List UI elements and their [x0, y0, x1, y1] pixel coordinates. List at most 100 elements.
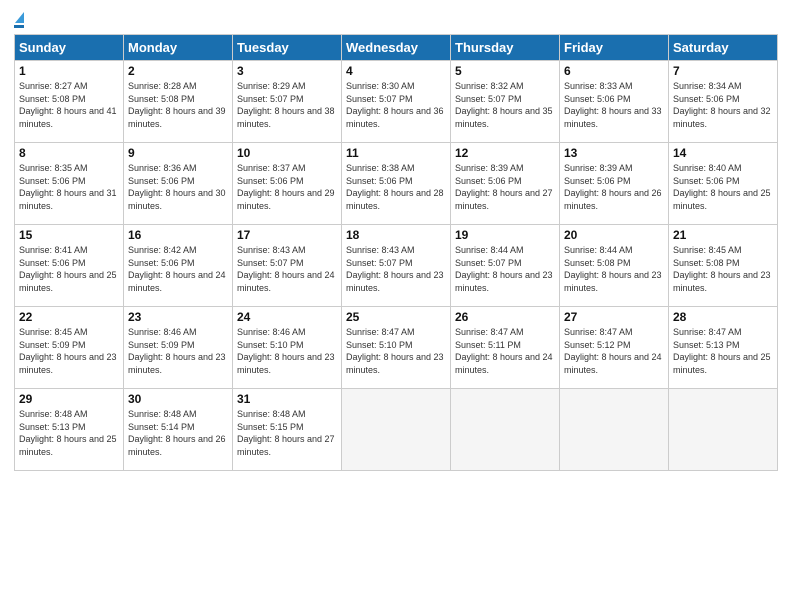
- day-number: 17: [237, 228, 337, 242]
- calendar-cell: 29 Sunrise: 8:48 AMSunset: 5:13 PMDaylig…: [15, 389, 124, 471]
- day-number: 29: [19, 392, 119, 406]
- calendar-cell: 30 Sunrise: 8:48 AMSunset: 5:14 PMDaylig…: [124, 389, 233, 471]
- calendar-cell: 12 Sunrise: 8:39 AMSunset: 5:06 PMDaylig…: [451, 143, 560, 225]
- cell-info: Sunrise: 8:27 AMSunset: 5:08 PMDaylight:…: [19, 81, 117, 129]
- weekday-header-thursday: Thursday: [451, 35, 560, 61]
- logo-line: [14, 12, 24, 25]
- day-number: 18: [346, 228, 446, 242]
- cell-info: Sunrise: 8:32 AMSunset: 5:07 PMDaylight:…: [455, 81, 553, 129]
- day-number: 1: [19, 64, 119, 78]
- header: [14, 12, 778, 26]
- calendar-cell: [342, 389, 451, 471]
- calendar-cell: [451, 389, 560, 471]
- calendar-cell: 21 Sunrise: 8:45 AMSunset: 5:08 PMDaylig…: [669, 225, 778, 307]
- cell-info: Sunrise: 8:30 AMSunset: 5:07 PMDaylight:…: [346, 81, 444, 129]
- day-number: 3: [237, 64, 337, 78]
- cell-info: Sunrise: 8:48 AMSunset: 5:13 PMDaylight:…: [19, 409, 117, 457]
- weekday-header-row: SundayMondayTuesdayWednesdayThursdayFrid…: [15, 35, 778, 61]
- day-number: 20: [564, 228, 664, 242]
- logo-divider: [14, 25, 24, 28]
- calendar-cell: 7 Sunrise: 8:34 AMSunset: 5:06 PMDayligh…: [669, 61, 778, 143]
- day-number: 5: [455, 64, 555, 78]
- cell-info: Sunrise: 8:35 AMSunset: 5:06 PMDaylight:…: [19, 163, 117, 211]
- weekday-header-wednesday: Wednesday: [342, 35, 451, 61]
- day-number: 6: [564, 64, 664, 78]
- calendar-cell: 10 Sunrise: 8:37 AMSunset: 5:06 PMDaylig…: [233, 143, 342, 225]
- weekday-header-saturday: Saturday: [669, 35, 778, 61]
- cell-info: Sunrise: 8:44 AMSunset: 5:08 PMDaylight:…: [564, 245, 662, 293]
- week-row-1: 8 Sunrise: 8:35 AMSunset: 5:06 PMDayligh…: [15, 143, 778, 225]
- calendar-cell: 25 Sunrise: 8:47 AMSunset: 5:10 PMDaylig…: [342, 307, 451, 389]
- cell-info: Sunrise: 8:39 AMSunset: 5:06 PMDaylight:…: [564, 163, 662, 211]
- cell-info: Sunrise: 8:39 AMSunset: 5:06 PMDaylight:…: [455, 163, 553, 211]
- cell-info: Sunrise: 8:45 AMSunset: 5:09 PMDaylight:…: [19, 327, 117, 375]
- day-number: 28: [673, 310, 773, 324]
- calendar-cell: 24 Sunrise: 8:46 AMSunset: 5:10 PMDaylig…: [233, 307, 342, 389]
- calendar-cell: 20 Sunrise: 8:44 AMSunset: 5:08 PMDaylig…: [560, 225, 669, 307]
- weekday-header-friday: Friday: [560, 35, 669, 61]
- cell-info: Sunrise: 8:40 AMSunset: 5:06 PMDaylight:…: [673, 163, 771, 211]
- cell-info: Sunrise: 8:34 AMSunset: 5:06 PMDaylight:…: [673, 81, 771, 129]
- day-number: 7: [673, 64, 773, 78]
- calendar-cell: 31 Sunrise: 8:48 AMSunset: 5:15 PMDaylig…: [233, 389, 342, 471]
- calendar-cell: 2 Sunrise: 8:28 AMSunset: 5:08 PMDayligh…: [124, 61, 233, 143]
- calendar-cell: 16 Sunrise: 8:42 AMSunset: 5:06 PMDaylig…: [124, 225, 233, 307]
- cell-info: Sunrise: 8:45 AMSunset: 5:08 PMDaylight:…: [673, 245, 771, 293]
- cell-info: Sunrise: 8:43 AMSunset: 5:07 PMDaylight:…: [346, 245, 444, 293]
- calendar-cell: 26 Sunrise: 8:47 AMSunset: 5:11 PMDaylig…: [451, 307, 560, 389]
- calendar-cell: 11 Sunrise: 8:38 AMSunset: 5:06 PMDaylig…: [342, 143, 451, 225]
- weekday-header-monday: Monday: [124, 35, 233, 61]
- day-number: 27: [564, 310, 664, 324]
- logo-arrow-icon: [15, 12, 24, 23]
- calendar-cell: 23 Sunrise: 8:46 AMSunset: 5:09 PMDaylig…: [124, 307, 233, 389]
- weekday-header-tuesday: Tuesday: [233, 35, 342, 61]
- calendar-cell: 14 Sunrise: 8:40 AMSunset: 5:06 PMDaylig…: [669, 143, 778, 225]
- day-number: 22: [19, 310, 119, 324]
- day-number: 21: [673, 228, 773, 242]
- day-number: 12: [455, 146, 555, 160]
- day-number: 11: [346, 146, 446, 160]
- week-row-4: 29 Sunrise: 8:48 AMSunset: 5:13 PMDaylig…: [15, 389, 778, 471]
- calendar-cell: 22 Sunrise: 8:45 AMSunset: 5:09 PMDaylig…: [15, 307, 124, 389]
- day-number: 15: [19, 228, 119, 242]
- cell-info: Sunrise: 8:47 AMSunset: 5:12 PMDaylight:…: [564, 327, 662, 375]
- calendar-cell: [669, 389, 778, 471]
- day-number: 4: [346, 64, 446, 78]
- calendar-cell: 17 Sunrise: 8:43 AMSunset: 5:07 PMDaylig…: [233, 225, 342, 307]
- day-number: 16: [128, 228, 228, 242]
- cell-info: Sunrise: 8:44 AMSunset: 5:07 PMDaylight:…: [455, 245, 553, 293]
- calendar-cell: [560, 389, 669, 471]
- calendar-cell: 15 Sunrise: 8:41 AMSunset: 5:06 PMDaylig…: [15, 225, 124, 307]
- calendar-cell: 9 Sunrise: 8:36 AMSunset: 5:06 PMDayligh…: [124, 143, 233, 225]
- cell-info: Sunrise: 8:48 AMSunset: 5:14 PMDaylight:…: [128, 409, 226, 457]
- page-container: SundayMondayTuesdayWednesdayThursdayFrid…: [0, 0, 792, 479]
- calendar-cell: 27 Sunrise: 8:47 AMSunset: 5:12 PMDaylig…: [560, 307, 669, 389]
- day-number: 25: [346, 310, 446, 324]
- cell-info: Sunrise: 8:38 AMSunset: 5:06 PMDaylight:…: [346, 163, 444, 211]
- day-number: 23: [128, 310, 228, 324]
- day-number: 9: [128, 146, 228, 160]
- cell-info: Sunrise: 8:43 AMSunset: 5:07 PMDaylight:…: [237, 245, 335, 293]
- calendar-cell: 18 Sunrise: 8:43 AMSunset: 5:07 PMDaylig…: [342, 225, 451, 307]
- cell-info: Sunrise: 8:47 AMSunset: 5:11 PMDaylight:…: [455, 327, 553, 375]
- week-row-2: 15 Sunrise: 8:41 AMSunset: 5:06 PMDaylig…: [15, 225, 778, 307]
- calendar-cell: 3 Sunrise: 8:29 AMSunset: 5:07 PMDayligh…: [233, 61, 342, 143]
- weekday-header-sunday: Sunday: [15, 35, 124, 61]
- calendar-table: SundayMondayTuesdayWednesdayThursdayFrid…: [14, 34, 778, 471]
- cell-info: Sunrise: 8:29 AMSunset: 5:07 PMDaylight:…: [237, 81, 335, 129]
- cell-info: Sunrise: 8:36 AMSunset: 5:06 PMDaylight:…: [128, 163, 226, 211]
- day-number: 31: [237, 392, 337, 406]
- cell-info: Sunrise: 8:42 AMSunset: 5:06 PMDaylight:…: [128, 245, 226, 293]
- day-number: 2: [128, 64, 228, 78]
- cell-info: Sunrise: 8:48 AMSunset: 5:15 PMDaylight:…: [237, 409, 335, 457]
- day-number: 30: [128, 392, 228, 406]
- calendar-cell: 28 Sunrise: 8:47 AMSunset: 5:13 PMDaylig…: [669, 307, 778, 389]
- day-number: 8: [19, 146, 119, 160]
- calendar-cell: 4 Sunrise: 8:30 AMSunset: 5:07 PMDayligh…: [342, 61, 451, 143]
- calendar-cell: 1 Sunrise: 8:27 AMSunset: 5:08 PMDayligh…: [15, 61, 124, 143]
- day-number: 26: [455, 310, 555, 324]
- cell-info: Sunrise: 8:37 AMSunset: 5:06 PMDaylight:…: [237, 163, 335, 211]
- calendar-cell: 8 Sunrise: 8:35 AMSunset: 5:06 PMDayligh…: [15, 143, 124, 225]
- day-number: 14: [673, 146, 773, 160]
- cell-info: Sunrise: 8:47 AMSunset: 5:10 PMDaylight:…: [346, 327, 444, 375]
